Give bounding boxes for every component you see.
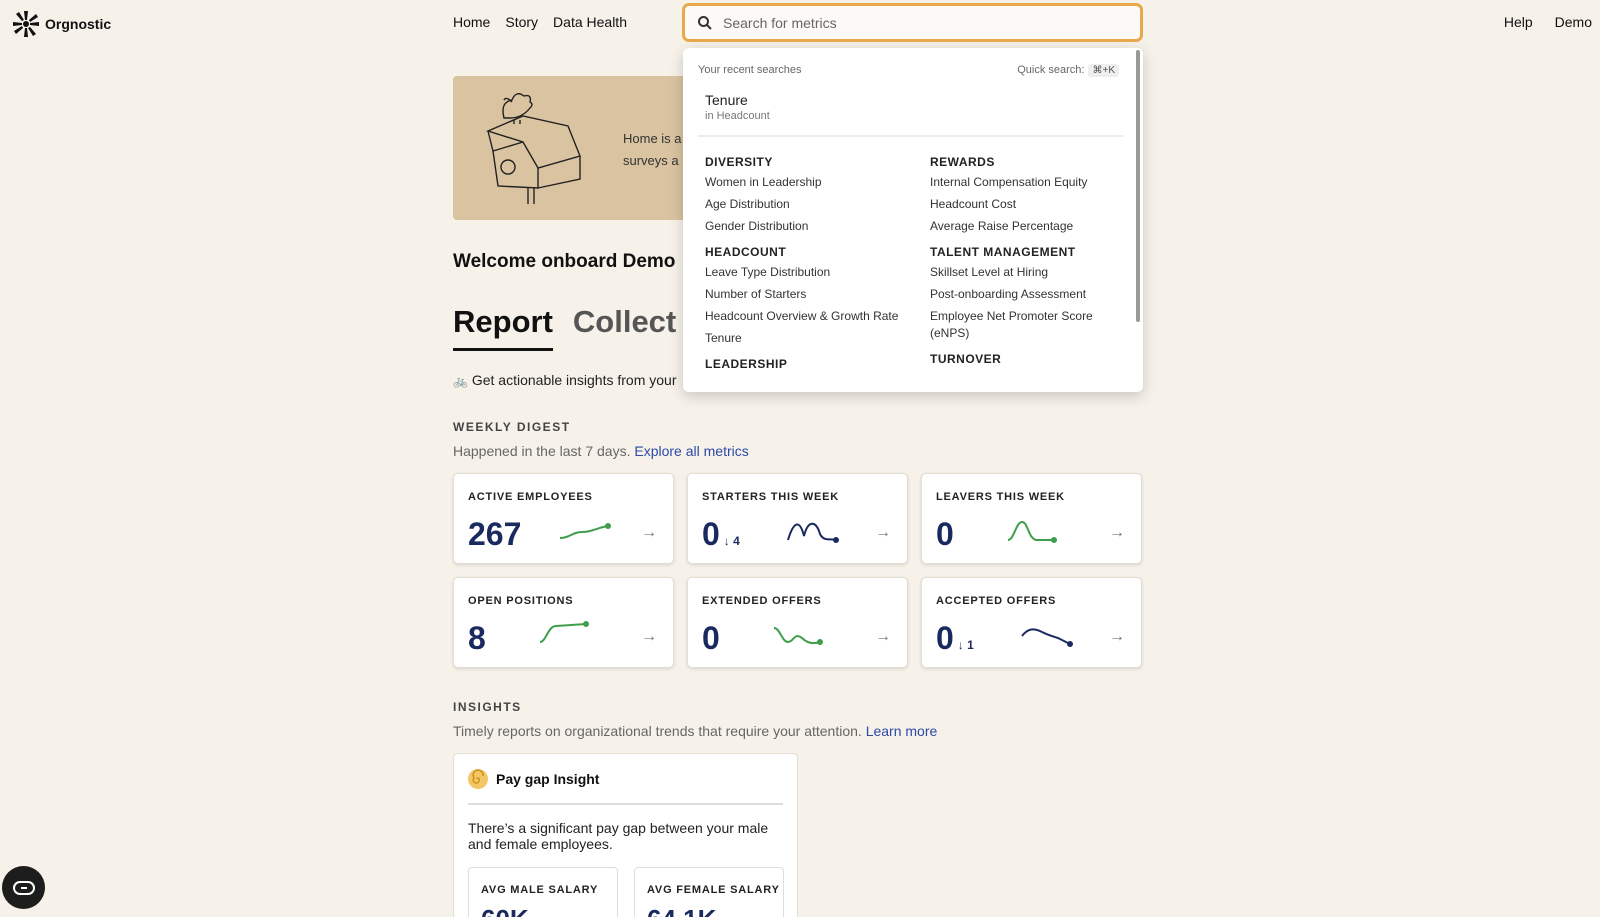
metric-item[interactable]: Leave Type Distribution [705,264,900,281]
metric-card-active-employees[interactable]: ACTIVE EMPLOYEES 267 → [453,473,674,564]
sparkline-icon [539,621,589,643]
arrow-right-icon: → [641,524,657,541]
arrow-right-icon: → [1109,524,1125,541]
metric-category: DIVERSITY Women in Leadership Age Distribu… [705,155,900,235]
recent-searches-label: Your recent searches [698,64,802,76]
insights-subtitle: Timely reports on organizational trends … [453,723,938,739]
metric-category: REWARDS Internal Compensation Equity Headc… [930,155,1125,235]
dropdown-column-right: REWARDS Internal Compensation Equity Headc… [930,155,1125,381]
arrow-right-icon: → [641,628,657,645]
sparkline-icon [787,522,839,543]
metric-item[interactable]: Number of Starters [705,286,900,303]
metric-item[interactable]: Headcount Cost [930,196,1125,213]
search-input[interactable] [723,14,1103,31]
bicycle-icon: 🚲 [453,374,468,388]
tab-collect[interactable]: Collect [573,304,693,351]
insight-title: Pay gap Insight [496,771,600,787]
metric-card-starters[interactable]: STARTERS THIS WEEK 0 ↓ 4 → [687,473,908,564]
chat-button[interactable] [2,866,45,909]
metric-category: HEADCOUNT Leave Type Distribution Number o… [705,245,900,347]
nav-help[interactable]: Help [1504,14,1533,30]
right-nav: Help Demo [1504,14,1592,30]
metric-item[interactable]: Headcount Overview & Growth Rate [705,308,900,325]
explore-all-metrics-link[interactable]: Explore all metrics [634,443,748,459]
weekly-digest-title: WEEKLY DIGEST [453,420,571,434]
metric-item[interactable]: Average Raise Percentage [930,218,1125,235]
birdhouse-illustration-icon [485,93,581,204]
insight-text: There’s a significant pay gap between yo… [468,820,769,852]
search-box[interactable] [682,3,1143,42]
spiral-icon [468,769,488,789]
arrow-right-icon: → [875,628,891,645]
metric-item[interactable]: Post-onboarding Assessment [930,286,1125,303]
metric-card-leavers[interactable]: LEAVERS THIS WEEK 0 → [921,473,1142,564]
arrow-right-icon: → [875,524,891,541]
sparkline-icon [1007,520,1057,543]
category-title: HEADCOUNT [705,245,787,259]
nav-home[interactable]: Home [453,14,490,30]
brand-name: Orgnostic [45,16,112,32]
category-title: REWARDS [930,155,995,169]
main-nav: Home Story Data Health [453,14,627,30]
pay-gap-insight-card[interactable]: Pay gap Insight There’s a significant pa… [453,753,798,917]
metric-card-open-positions[interactable]: OPEN POSITIONS 8 → [453,577,674,668]
welcome-heading: Welcome onboard Demo [453,251,676,272]
insights-title: INSIGHTS [453,700,522,714]
logo[interactable]: Orgnostic [11,9,111,39]
dropdown-scrollbar[interactable] [1136,50,1140,322]
quick-search-hint: Quick search: ⌘+K [1017,64,1119,77]
category-title: LEADERSHIP [705,357,788,371]
metric-item[interactable]: Skillset Level at Hiring [930,264,1125,281]
metric-category: TALENT MANAGEMENT Skillset Level at Hirin… [930,245,1125,342]
avg-female-salary-box: AVG FEMALE SALARY 64.1K [634,867,784,917]
sparkline-icon [1021,628,1073,647]
recent-search-item[interactable]: Tenure in Headcount [705,92,770,122]
tab-report[interactable]: Report [453,304,553,351]
category-title: TALENT MANAGEMENT [930,245,1076,259]
divider [468,803,783,805]
search-icon [698,15,712,30]
metric-item[interactable]: Gender Distribution [705,218,900,235]
metric-item[interactable]: Employee Net Promoter Score (eNPS) [930,308,1125,342]
metric-item[interactable]: Internal Compensation Equity [930,174,1125,191]
arrow-right-icon: → [1109,628,1125,645]
metric-item[interactable]: Age Distribution [705,196,900,213]
metric-item[interactable]: Tenure [705,330,900,347]
divider [698,135,1123,137]
dropdown-column-left: DIVERSITY Women in Leadership Age Distribu… [705,155,900,381]
digest-cards: ACTIVE EMPLOYEES 267 → STARTERS THIS WEE… [453,473,1143,668]
nav-demo-user[interactable]: Demo [1555,14,1592,30]
avg-male-salary-box: AVG MALE SALARY 60K [468,867,618,917]
orgnostic-logo-icon [13,11,39,37]
metric-category: TURNOVER [930,352,1125,366]
sparkline-icon [773,627,823,645]
learn-more-link[interactable]: Learn more [866,723,938,739]
metric-card-extended-offers[interactable]: EXTENDED OFFERS 0 → [687,577,908,668]
metric-item[interactable]: Women in Leadership [705,174,900,191]
category-title: TURNOVER [930,352,1002,366]
weekly-digest-subtitle: Happened in the last 7 days. Explore all… [453,443,749,459]
metric-category: LEADERSHIP [705,357,900,371]
nav-data-health[interactable]: Data Health [553,14,627,30]
tagline: 🚲 Get actionable insights from your [453,372,677,388]
hero-text: Home is a surveys a [623,131,682,168]
metric-card-accepted-offers[interactable]: ACCEPTED OFFERS 0 ↓ 1 → [921,577,1142,668]
chat-icon [12,880,35,895]
main-tabs: Report Collect [453,304,693,351]
nav-story[interactable]: Story [505,14,538,30]
top-bar: Orgnostic Home Story Data Health Help De… [0,0,1600,46]
hero-banner: Home is a surveys a [453,76,693,220]
search-dropdown: Your recent searches Quick search: ⌘+K Te… [683,48,1143,392]
sparkline-icon [559,523,611,539]
category-title: DIVERSITY [705,155,773,169]
